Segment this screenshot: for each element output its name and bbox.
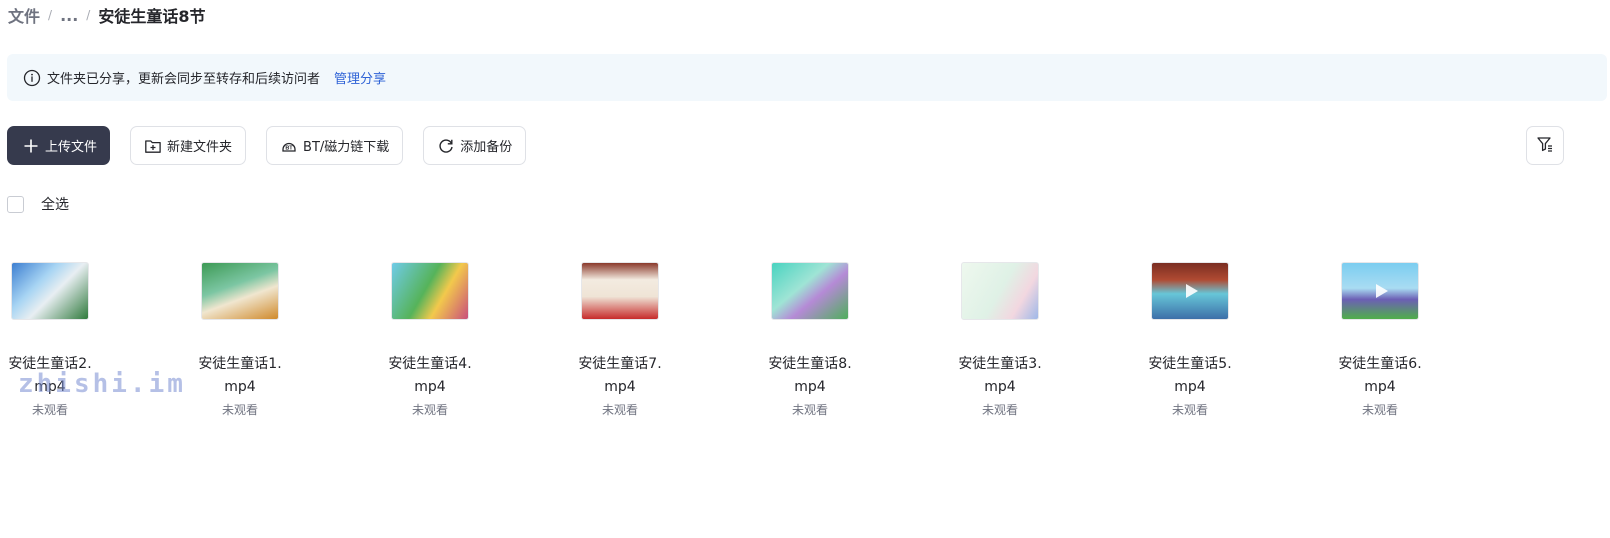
video-thumbnail[interactable] bbox=[771, 262, 849, 320]
select-all-label[interactable]: 全选 bbox=[41, 194, 69, 214]
video-thumbnail[interactable] bbox=[961, 262, 1039, 320]
upload-file-button[interactable]: 上传文件 bbox=[7, 126, 111, 165]
folder-plus-icon bbox=[144, 137, 162, 155]
file-name[interactable]: 安徒生童话3. mp4 bbox=[950, 353, 1050, 399]
breadcrumb-ellipsis[interactable]: ... bbox=[60, 6, 78, 25]
add-backup-label: 添加备份 bbox=[460, 140, 513, 155]
file-card[interactable]: 安徒生童话4. mp4 未观看 bbox=[380, 262, 480, 418]
video-thumbnail[interactable] bbox=[391, 262, 469, 320]
watch-status: 未观看 bbox=[1361, 403, 1398, 417]
video-thumbnail[interactable] bbox=[1341, 262, 1419, 320]
toolbar: 上传文件 新建文件夹 BT BT/磁力链下载 添加备份 bbox=[7, 126, 527, 165]
filter-button[interactable] bbox=[1526, 126, 1564, 165]
new-folder-button[interactable]: 新建文件夹 bbox=[130, 126, 247, 165]
new-folder-label: 新建文件夹 bbox=[167, 140, 233, 155]
page-title: 安徒生童话8节 bbox=[98, 7, 206, 26]
info-icon bbox=[23, 69, 41, 87]
bt-download-button[interactable]: BT BT/磁力链下载 bbox=[266, 126, 404, 165]
watch-status: 未观看 bbox=[1171, 403, 1208, 417]
watch-status: 未观看 bbox=[981, 403, 1018, 417]
breadcrumb: 文件 / ... / 安徒生童话8节 bbox=[8, 3, 206, 27]
file-name[interactable]: 安徒生童话1. mp4 bbox=[190, 353, 290, 399]
watch-status: 未观看 bbox=[221, 403, 258, 417]
watch-status: 未观看 bbox=[31, 403, 68, 417]
plus-icon bbox=[22, 137, 40, 155]
svg-text:BT: BT bbox=[285, 145, 293, 151]
file-card[interactable]: 安徒生童话1. mp4 未观看 bbox=[190, 262, 290, 418]
file-card[interactable]: 安徒生童话3. mp4 未观看 bbox=[950, 262, 1050, 418]
share-notice: 文件夹已分享，更新会同步至转存和后续访问者 管理分享 bbox=[7, 54, 1607, 101]
breadcrumb-separator: / bbox=[86, 8, 91, 22]
video-thumbnail[interactable] bbox=[1151, 262, 1229, 320]
refresh-icon bbox=[437, 137, 455, 155]
file-name[interactable]: 安徒生童话6. mp4 bbox=[1330, 353, 1430, 399]
file-card[interactable]: 安徒生童话7. mp4 未观看 bbox=[570, 262, 670, 418]
file-card[interactable]: 安徒生童话8. mp4 未观看 bbox=[760, 262, 860, 418]
breadcrumb-separator: / bbox=[48, 8, 53, 22]
breadcrumb-root[interactable]: 文件 bbox=[8, 3, 40, 27]
bt-download-label: BT/磁力链下载 bbox=[303, 140, 390, 155]
add-backup-button[interactable]: 添加备份 bbox=[423, 126, 527, 165]
video-thumbnail[interactable] bbox=[201, 262, 279, 320]
upload-file-label: 上传文件 bbox=[45, 140, 98, 155]
file-name[interactable]: 安徒生童话4. mp4 bbox=[380, 353, 480, 399]
file-name[interactable]: 安徒生童话5. mp4 bbox=[1140, 353, 1240, 399]
file-card[interactable]: 安徒生童话5. mp4 未观看 bbox=[1140, 262, 1240, 418]
file-name[interactable]: 安徒生童话7. mp4 bbox=[570, 353, 670, 399]
play-icon bbox=[1186, 284, 1198, 298]
watermark: zhishi.im bbox=[18, 369, 186, 399]
watch-status: 未观看 bbox=[601, 403, 638, 417]
select-all-checkbox[interactable] bbox=[7, 195, 24, 213]
file-card[interactable]: 安徒生童话6. mp4 未观看 bbox=[1330, 262, 1430, 418]
manage-share-link[interactable]: 管理分享 bbox=[334, 68, 386, 87]
file-name[interactable]: 安徒生童话8. mp4 bbox=[760, 353, 860, 399]
video-thumbnail[interactable] bbox=[11, 262, 89, 320]
play-icon bbox=[1376, 284, 1388, 298]
share-notice-text: 文件夹已分享，更新会同步至转存和后续访问者 bbox=[47, 72, 321, 87]
filter-icon bbox=[1535, 134, 1555, 158]
video-thumbnail[interactable] bbox=[581, 262, 659, 320]
watch-status: 未观看 bbox=[791, 403, 828, 417]
select-all-row: 全选 bbox=[7, 194, 69, 214]
bt-icon: BT bbox=[280, 137, 298, 155]
watch-status: 未观看 bbox=[411, 403, 448, 417]
